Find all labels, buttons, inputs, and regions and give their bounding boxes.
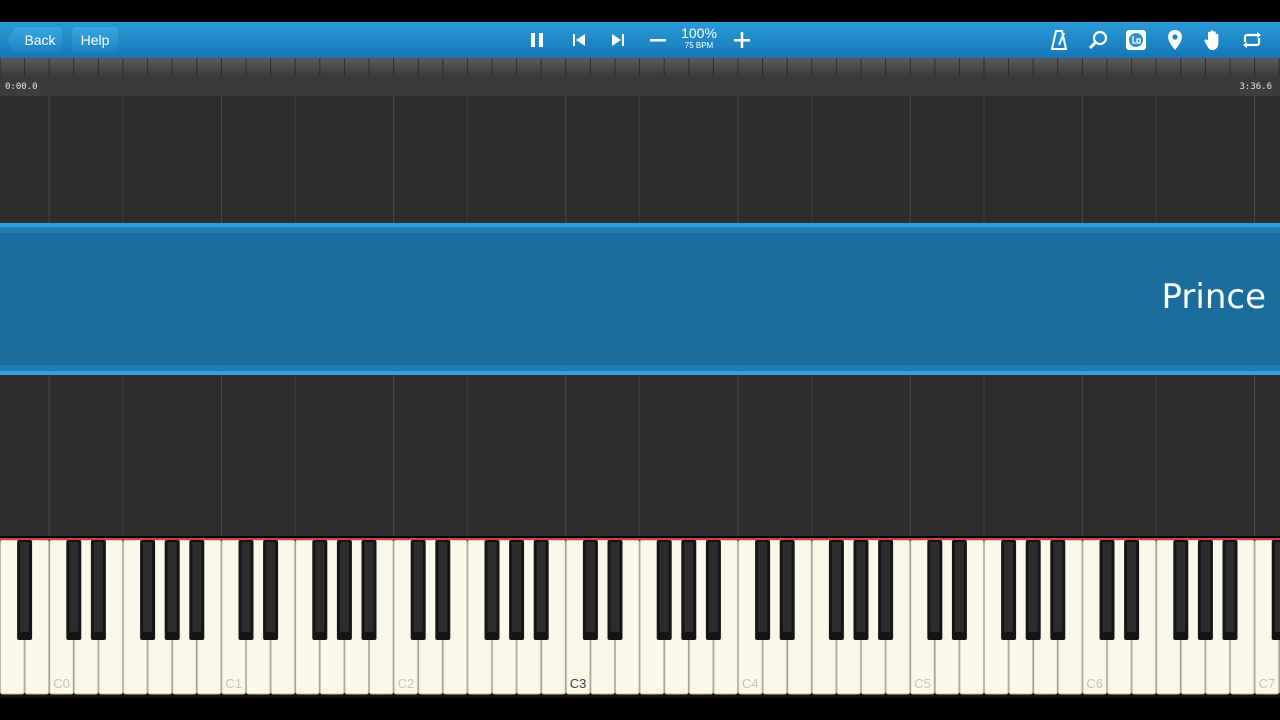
black-key[interactable] xyxy=(189,540,205,640)
speed-percent: 100% xyxy=(681,25,717,41)
black-key[interactable] xyxy=(17,540,33,640)
help-button[interactable]: Help xyxy=(72,27,118,53)
black-key[interactable] xyxy=(533,540,549,640)
black-key[interactable] xyxy=(1099,540,1115,640)
search-icon[interactable] xyxy=(1086,28,1110,52)
octave-label: C6 xyxy=(1086,676,1103,691)
black-key[interactable] xyxy=(361,540,377,640)
banner-panel xyxy=(0,233,1280,365)
speed-display: 100% 75 BPM xyxy=(672,25,726,51)
black-key[interactable] xyxy=(312,540,328,640)
black-key[interactable] xyxy=(681,540,697,640)
end-time: 3:36.6 xyxy=(1239,82,1272,92)
keyboard-keys: C0 C1 C2 C3 C4 C5 C6 C7 xyxy=(0,540,1280,695)
banner-title: Prince xyxy=(1161,277,1267,317)
back-button[interactable]: Back xyxy=(6,27,62,53)
plus-icon[interactable] xyxy=(730,28,754,52)
black-key[interactable] xyxy=(238,540,254,640)
black-key[interactable] xyxy=(951,540,967,640)
black-key[interactable] xyxy=(484,540,500,640)
black-key[interactable] xyxy=(140,540,156,640)
toolbar: Back Help 100% 75 BPM xyxy=(0,22,1280,59)
black-key[interactable] xyxy=(828,540,844,640)
ruler-ticks xyxy=(0,58,1280,76)
octave-label: C3 xyxy=(570,676,587,691)
skip-back-icon[interactable] xyxy=(567,28,591,52)
speed-bpm: 75 BPM xyxy=(684,41,714,50)
black-key[interactable] xyxy=(1173,540,1189,640)
black-key[interactable] xyxy=(582,540,598,640)
black-key[interactable] xyxy=(927,540,943,640)
black-key[interactable] xyxy=(336,540,352,640)
black-key[interactable] xyxy=(878,540,894,640)
black-key[interactable] xyxy=(435,540,451,640)
octave-label: C0 xyxy=(53,676,70,691)
black-key[interactable] xyxy=(755,540,771,640)
title-banner: Prince xyxy=(0,223,1280,375)
start-time: 0:00.0 xyxy=(5,82,38,92)
pause-icon[interactable] xyxy=(525,28,549,52)
octave-label: C1 xyxy=(225,676,242,691)
octave-label: C5 xyxy=(914,676,931,691)
hand-icon[interactable] xyxy=(1201,28,1225,52)
black-key[interactable] xyxy=(1050,540,1066,640)
black-key[interactable] xyxy=(164,540,180,640)
piano-keyboard[interactable]: C0 C1 C2 C3 C4 C5 C6 C7 xyxy=(0,538,1280,698)
octave-label: C7 xyxy=(1259,676,1276,691)
black-key[interactable] xyxy=(656,540,672,640)
black-key[interactable] xyxy=(705,540,721,640)
black-key[interactable] xyxy=(1001,540,1017,640)
black-key[interactable] xyxy=(607,540,623,640)
black-key[interactable] xyxy=(1222,540,1238,640)
octave-label: C4 xyxy=(742,676,759,691)
black-key[interactable] xyxy=(1124,540,1140,640)
piano-roll[interactable]: Prince xyxy=(0,96,1280,536)
timeline-ruler[interactable]: 0:00.0 3:36.6 xyxy=(0,58,1280,96)
black-key[interactable] xyxy=(853,540,869,640)
black-key[interactable] xyxy=(90,540,106,640)
loop-icon[interactable] xyxy=(1240,28,1264,52)
skip-forward-icon[interactable] xyxy=(606,28,630,52)
black-key[interactable] xyxy=(1197,540,1213,640)
black-key[interactable] xyxy=(1271,540,1280,640)
minus-icon[interactable] xyxy=(646,28,670,52)
octave-label: C2 xyxy=(398,676,415,691)
black-key[interactable] xyxy=(66,540,82,640)
location-pin-icon[interactable] xyxy=(1163,28,1187,52)
metronome-icon[interactable] xyxy=(1047,28,1071,52)
black-key[interactable] xyxy=(410,540,426,640)
black-key[interactable] xyxy=(263,540,279,640)
black-key[interactable] xyxy=(509,540,525,640)
black-key[interactable] xyxy=(1025,540,1041,640)
black-key[interactable] xyxy=(779,540,795,640)
note-label-icon[interactable] xyxy=(1124,28,1148,52)
